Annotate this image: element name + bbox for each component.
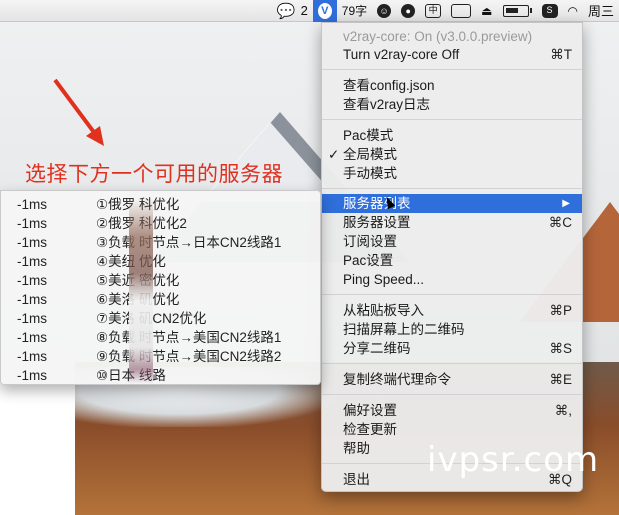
menu-item-shortcut: ⌘S: [549, 341, 572, 356]
menu-item-label: 帮助: [343, 441, 370, 456]
menu-item-import-clipboard[interactable]: 从粘贴板导入 ⌘P: [322, 301, 582, 320]
menu-item-copy-proxy-command[interactable]: 复制终端代理命令 ⌘E: [322, 370, 582, 389]
menu-item-label: Ping Speed...: [343, 272, 425, 287]
menu-item-label: Pac模式: [343, 128, 394, 143]
menu-item-pac-settings[interactable]: Pac设置: [322, 251, 582, 270]
server-latency: -1ms: [17, 368, 47, 383]
server-item[interactable]: -1ms ②俄罗 科优化2: [1, 214, 319, 233]
server-latency: -1ms: [17, 330, 47, 345]
server-item[interactable]: -1ms ⑦美洛 矶CN2优化: [1, 309, 319, 328]
menu-item-label: v2ray-core: On (v3.0.0.preview): [343, 29, 533, 44]
server-item[interactable]: -1ms ⑥美洛 矶优化: [1, 290, 319, 309]
menu-item-server-settings[interactable]: 服务器设置 ⌘C: [322, 213, 582, 232]
server-latency: -1ms: [17, 292, 47, 307]
menu-item-label: 查看config.json: [343, 78, 435, 93]
menu-separator: [322, 363, 582, 364]
server-latency: -1ms: [17, 216, 47, 231]
server-latency: -1ms: [17, 197, 47, 212]
menu-item-shortcut: ⌘C: [548, 215, 572, 230]
menu-item-server-list[interactable]: 服务器列表 ▶: [322, 194, 582, 213]
menu-item-label: 查看v2ray日志: [343, 97, 431, 112]
menu-item-label: 订阅设置: [343, 234, 397, 249]
menu-item-label: 全局模式: [343, 147, 397, 162]
server-item[interactable]: -1ms ⑤美近 密优化: [1, 271, 319, 290]
server-item[interactable]: -1ms ③负载 时节点→日本CN2线路1: [1, 233, 319, 252]
server-name: ⑧负载 时节点→美国CN2线路1: [96, 330, 282, 345]
menu-item-shortcut: ⌘T: [550, 47, 572, 62]
server-latency: -1ms: [17, 273, 47, 288]
server-name: ③负载 时节点→日本CN2线路1: [96, 235, 282, 250]
menu-item-shortcut: ⌘,: [554, 403, 572, 418]
menu-item-shortcut: ⌘P: [549, 303, 572, 318]
menu-item-view-log[interactable]: 查看v2ray日志: [322, 95, 582, 114]
server-latency: -1ms: [17, 235, 47, 250]
annotation-text: 选择下方一个可用的服务器: [25, 163, 283, 186]
server-item[interactable]: -1ms ④美纽 优化: [1, 252, 319, 271]
menu-item-label: 服务器设置: [343, 215, 411, 230]
menu-separator: [322, 69, 582, 70]
menu-item-label: 从粘贴板导入: [343, 303, 424, 318]
server-item[interactable]: -1ms ⑩日本 线路: [1, 366, 319, 385]
menu-separator: [322, 119, 582, 120]
menu-item-label: 复制终端代理命令: [343, 372, 451, 387]
menu-item-label: 扫描屏幕上的二维码: [343, 322, 465, 337]
menu-item-label: 偏好设置: [343, 403, 397, 418]
redaction-blur: [129, 199, 153, 384]
server-item[interactable]: -1ms ⑧负载 时节点→美国CN2线路1: [1, 328, 319, 347]
menu-item-view-config[interactable]: 查看config.json: [322, 76, 582, 95]
menu-separator: [322, 294, 582, 295]
menu-item-turn-off[interactable]: Turn v2ray-core Off ⌘T: [322, 45, 582, 64]
menu-item-core-status: v2ray-core: On (v3.0.0.preview): [322, 27, 582, 46]
menu-item-label: Turn v2ray-core Off: [343, 47, 460, 62]
menu-item-label: Pac设置: [343, 253, 394, 268]
menu-item-scan-qr[interactable]: 扫描屏幕上的二维码: [322, 320, 582, 339]
menu-item-label: 退出: [343, 472, 370, 487]
server-list-submenu: -1ms ①俄罗 科优化 -1ms ②俄罗 科优化2 -1ms ③负载 时节点→…: [0, 190, 321, 385]
checkmark-icon: ✓: [328, 147, 340, 162]
menu-item-shortcut: ⌘E: [549, 372, 572, 387]
menu-separator: [322, 188, 582, 189]
watermark: ivpsr.com: [427, 440, 600, 480]
menu-item-share-qr[interactable]: 分享二维码 ⌘S: [322, 339, 582, 358]
menu-item-preferences[interactable]: 偏好设置 ⌘,: [322, 401, 582, 420]
submenu-arrow-icon: ▶: [562, 198, 570, 209]
menu-item-label: 手动模式: [343, 166, 397, 181]
server-latency: -1ms: [17, 349, 47, 364]
menu-item-ping-speed[interactable]: Ping Speed...: [322, 270, 582, 289]
menu-item-check-updates[interactable]: 检查更新: [322, 420, 582, 439]
v2ray-menu: v2ray-core: On (v3.0.0.preview) Turn v2r…: [321, 22, 583, 492]
menu-item-label: 服务器列表: [343, 196, 411, 211]
server-latency: -1ms: [17, 254, 47, 269]
menu-item-global-mode[interactable]: ✓ 全局模式: [322, 145, 582, 164]
menu-item-manual-mode[interactable]: 手动模式: [322, 164, 582, 183]
menu-item-subscription-settings[interactable]: 订阅设置: [322, 232, 582, 251]
server-item[interactable]: -1ms ①俄罗 科优化: [1, 195, 319, 214]
menu-item-label: 检查更新: [343, 422, 397, 437]
server-latency: -1ms: [17, 311, 47, 326]
menu-item-pac-mode[interactable]: Pac模式: [322, 126, 582, 145]
server-name: ⑨负载 时节点→美国CN2线路2: [96, 349, 282, 364]
menu-separator: [322, 394, 582, 395]
menu-item-label: 分享二维码: [343, 341, 411, 356]
server-item[interactable]: -1ms ⑨负载 时节点→美国CN2线路2: [1, 347, 319, 366]
